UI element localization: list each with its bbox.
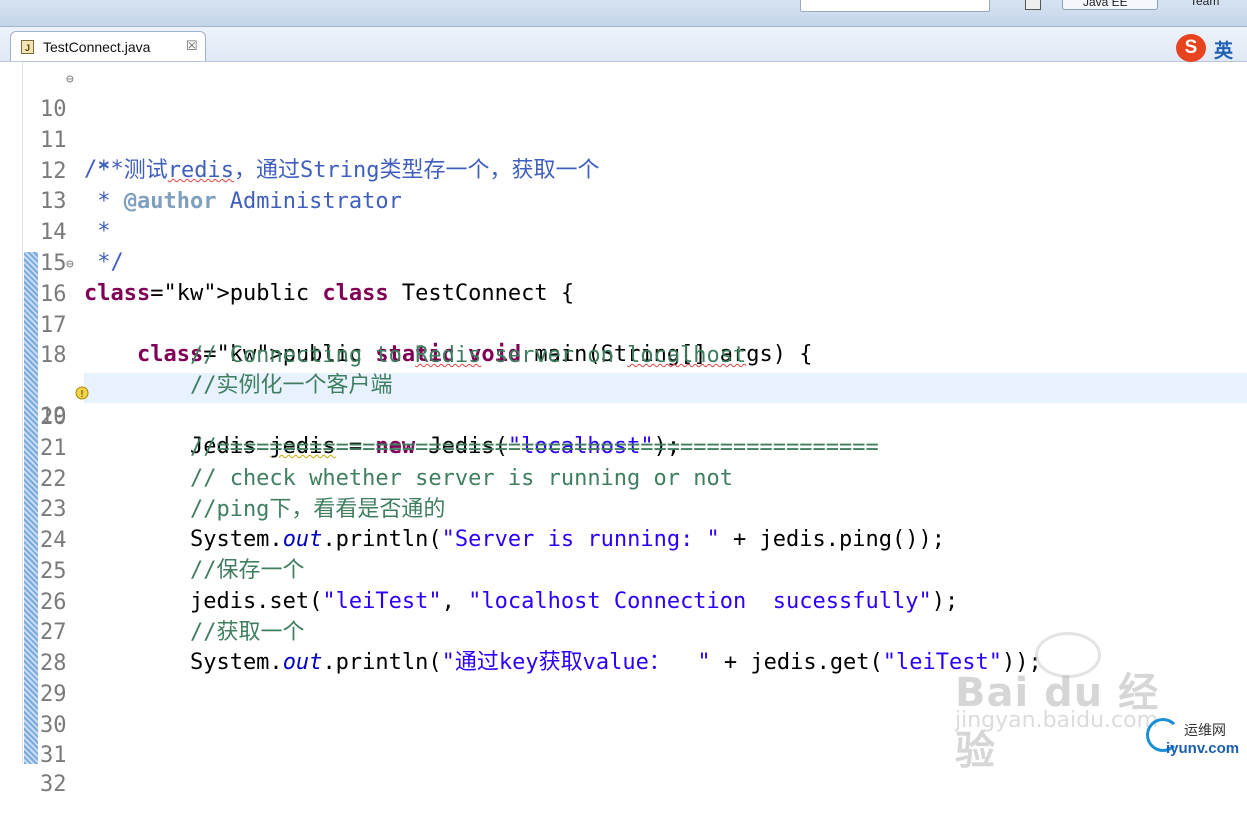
perspective-java-ee-button[interactable]: Java EE bbox=[1062, 0, 1158, 10]
code-line: 14 */ bbox=[0, 188, 1247, 275]
warning-marker-icon[interactable]: ! bbox=[22, 349, 89, 400]
tab-testconnect-java[interactable]: J TestConnect.java ☒ bbox=[10, 31, 206, 61]
top-toolbar: Java EE Team bbox=[0, 0, 1247, 27]
fold-toggle-icon[interactable]: ⊖ bbox=[66, 65, 74, 95]
code-line: 21 // check whether server is running or… bbox=[0, 404, 1247, 491]
quick-access-input[interactable] bbox=[800, 0, 990, 12]
close-icon[interactable]: ☒ bbox=[186, 38, 198, 54]
iyunv-logo: 运维网 iyunv.com bbox=[1146, 716, 1246, 762]
editor-tab-strip: J TestConnect.java ☒ bbox=[0, 27, 1247, 62]
code-line: 10 ⊖ /** bbox=[0, 65, 1247, 182]
code-line: 15 class="kw">public class TestConnect { bbox=[0, 219, 1247, 306]
line-number: 32 bbox=[40, 772, 67, 797]
code-line: 26 //获取一个 bbox=[0, 558, 1247, 645]
code-line: ! 19 Jedis jedis = new Jedis("localhost"… bbox=[0, 342, 1247, 459]
open-perspective-icon[interactable] bbox=[1025, 0, 1041, 10]
code-line: 24 //保存一个 bbox=[0, 496, 1247, 583]
code-line: 12 * @author Administrator bbox=[0, 127, 1247, 214]
code-line: 13 * bbox=[0, 157, 1247, 244]
tab-label: TestConnect.java bbox=[43, 39, 151, 55]
code-line: 22 //ping下，看看是否通的 bbox=[0, 435, 1247, 522]
code-line: 20 //===================================… bbox=[0, 373, 1247, 460]
code-line: 23 System.out.println("Server is running… bbox=[0, 465, 1247, 552]
code-line: 18 //实例化一个客户端 bbox=[0, 311, 1247, 398]
fold-toggle-icon[interactable]: ⊖ bbox=[66, 250, 74, 280]
code-line: 25 jedis.set("leiTest", "localhost Conne… bbox=[0, 527, 1247, 614]
sogou-logo-icon: S bbox=[1176, 34, 1206, 62]
code-line: 27 System.out.println("通过key获取value： " +… bbox=[0, 588, 1247, 675]
ime-indicator[interactable]: S 英 bbox=[1176, 34, 1242, 62]
perspective-team-button[interactable]: Team bbox=[1190, 0, 1219, 10]
watermark-url: jingyan.baidu.com bbox=[955, 708, 1159, 733]
iyunv-url: iyunv.com bbox=[1166, 740, 1240, 757]
ime-mode-label: 英 bbox=[1214, 40, 1234, 62]
code-line: 11 * 测试redis，通过String类型存一个，获取一个 bbox=[0, 96, 1247, 183]
code-line: 16 ⊖ class="kw">public static void main(… bbox=[0, 250, 1247, 367]
iyunv-name: 运维网 bbox=[1184, 722, 1226, 738]
code-line: 17 // Connecting to Redis server on loca… bbox=[0, 281, 1247, 368]
java-file-icon: J bbox=[21, 40, 34, 54]
